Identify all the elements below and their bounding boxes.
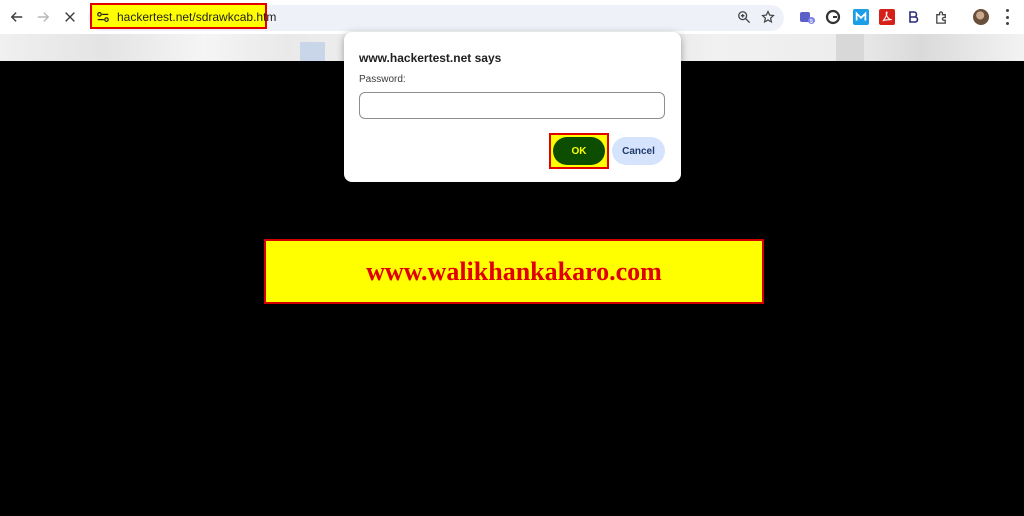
cancel-button[interactable]: Cancel: [612, 137, 665, 165]
puzzle-icon[interactable]: [933, 9, 949, 25]
close-icon: [65, 12, 75, 22]
password-input[interactable]: [359, 92, 665, 119]
avatar[interactable]: [973, 9, 989, 25]
star-icon[interactable]: [761, 10, 775, 24]
ok-button[interactable]: OK: [553, 137, 605, 165]
tune-icon[interactable]: [96, 10, 110, 24]
password-label: Password:: [359, 74, 406, 85]
site-banner: www.walikhankakaro.com: [264, 239, 764, 304]
browser-toolbar: hackertest.net/sdrawkcab.htm 5: [0, 0, 1024, 34]
teams-extension-icon[interactable]: 5: [799, 9, 815, 25]
more-vertical-icon[interactable]: [1004, 9, 1010, 25]
arrow-left-icon: [10, 12, 23, 22]
banner-text: www.walikhankakaro.com: [366, 256, 662, 286]
b-extension-icon[interactable]: [905, 9, 921, 25]
pdf-extension-icon[interactable]: [879, 9, 895, 25]
m-extension-icon[interactable]: [853, 9, 869, 25]
stop-loading-button[interactable]: [59, 6, 81, 28]
arrow-right-icon: [37, 12, 50, 22]
forward-button[interactable]: [32, 6, 54, 28]
url-text[interactable]: hackertest.net/sdrawkcab.htm: [117, 10, 276, 24]
svg-text:5: 5: [810, 19, 813, 25]
dialog-title: www.hackertest.net says: [359, 51, 502, 65]
password-prompt-dialog: www.hackertest.net says Password: OK Can…: [344, 32, 681, 182]
zoom-icon[interactable]: [737, 10, 751, 24]
grammarly-extension-icon[interactable]: [825, 9, 841, 25]
back-button[interactable]: [6, 6, 28, 28]
